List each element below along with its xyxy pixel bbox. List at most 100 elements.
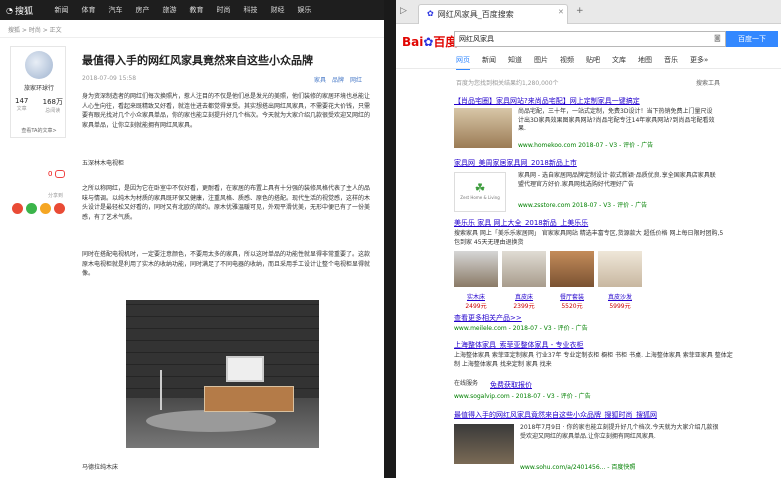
- result-url[interactable]: www.sogalvip.com - 2018-07 - V3 - 评价 - 广…: [454, 391, 591, 400]
- result-thumbnail[interactable]: [454, 424, 514, 464]
- product-image[interactable]: [550, 251, 594, 287]
- nav-item[interactable]: 教育: [183, 5, 210, 15]
- nav-item[interactable]: 财经: [264, 5, 291, 15]
- article-count-value: 147: [15, 97, 29, 105]
- share-label: 分享到: [48, 193, 64, 199]
- share-buttons: [12, 203, 65, 214]
- product-price: 5520元: [561, 303, 583, 310]
- sohu-logo[interactable]: ◔ 搜狐: [6, 4, 48, 17]
- result-snippet: 尚品宅配，三十年，一站式定制，免费3D设计！当下热销免费上门量尺设计出3D家具效…: [518, 108, 715, 132]
- product-price: 2499元: [465, 303, 487, 310]
- sohu-fox-icon: ◔: [6, 5, 13, 15]
- author-card: 旅家环球行 147 文章 168万总阅读 查看TA的文章>: [10, 46, 66, 138]
- product-name[interactable]: 真皮床: [502, 292, 546, 301]
- result-title[interactable]: 【肖品宅圈】家具网站?来尚品宅配】网上定制家具一键搞定: [454, 96, 774, 106]
- result-url[interactable]: www.meilele.com - 2018-07 - V3 - 评价 - 广告: [454, 323, 588, 332]
- article-tags: 家具 品牌 网红: [314, 75, 362, 84]
- article-date: 2018-07-09 15:58: [82, 75, 137, 82]
- tab-nav-icon[interactable]: ▷: [400, 6, 407, 16]
- result-title[interactable]: 最值得入手的网红风家具竟然来自这些小众品牌_搜狐时尚_搜狐网: [454, 410, 774, 420]
- product-name[interactable]: 餐厅套装: [550, 292, 594, 301]
- browser-tab-bar: ▷ ✿ 网红风家具_百度搜索 ✕ +: [396, 0, 781, 24]
- result-snippet: 上海整体家具 索菲亚定制家具 行业37年 专业定制衣柜 橱柜 书柜 书桌. 上海…: [454, 352, 733, 368]
- photo-caption: 马德拉纯木床: [82, 464, 119, 471]
- product-name[interactable]: 真皮沙发: [598, 292, 642, 301]
- nav-item[interactable]: 汽车: [102, 5, 129, 15]
- search-button[interactable]: 百度一下: [726, 31, 778, 47]
- nav-item[interactable]: 体育: [75, 5, 102, 15]
- tag-link[interactable]: 家具: [314, 75, 326, 84]
- product-image[interactable]: [502, 251, 546, 287]
- more-products-link[interactable]: 查看更多相关产品>>: [454, 313, 522, 323]
- result-url[interactable]: www.homekoo.com 2018-07 - V3 - 评价 - 广告: [518, 140, 653, 149]
- baidu-pane: ▷ ✿网红风家具_百度搜索 ✕ + Bai✿百度 ◙ 百度一下 网页 新闻 知道…: [396, 0, 781, 478]
- nav-item[interactable]: 时尚: [210, 5, 237, 15]
- avatar[interactable]: [25, 51, 53, 79]
- author-name[interactable]: 旅家环球行: [11, 83, 67, 92]
- logo-paw-icon: ✿: [423, 35, 434, 49]
- zsstore-logo[interactable]: ☘ Zest Home & Living: [454, 172, 506, 212]
- result-count: 百度为您找到相关结果约1,280,000个: [456, 80, 559, 87]
- comment-count[interactable]: 0: [48, 170, 66, 178]
- tag-link[interactable]: 网红: [350, 75, 362, 84]
- search-tools-button[interactable]: 搜索工具: [696, 78, 720, 87]
- search-input[interactable]: [454, 31, 726, 47]
- qzone-share-icon[interactable]: [40, 203, 51, 214]
- read-count: 168万总阅读: [43, 97, 63, 114]
- result-snippet: 搜索家具 网上「美乐乐家居网」 官家家具网站 精选丰富专区,货源款大 超低价格 …: [454, 230, 724, 246]
- author-stats: 147 文章 168万总阅读: [15, 97, 63, 114]
- comment-icon: [55, 170, 66, 178]
- all-articles-link[interactable]: 查看TA的文章>: [11, 127, 67, 134]
- baidu-paw-icon: ✿: [427, 9, 434, 18]
- close-icon[interactable]: ✕: [558, 8, 564, 16]
- nav-item[interactable]: 娱乐: [291, 5, 318, 15]
- baidu-logo[interactable]: Bai✿百度: [402, 33, 457, 50]
- product-image[interactable]: [598, 251, 642, 287]
- product-price: 2399元: [513, 303, 535, 310]
- result-title[interactable]: 美乐乐 家具 网上大全_2018新品_上美乐乐: [454, 218, 754, 228]
- online-service-link[interactable]: 免费获取报价: [490, 380, 532, 390]
- nav-item[interactable]: 新闻: [48, 5, 75, 15]
- nav-item[interactable]: 科技: [237, 5, 264, 15]
- article-paragraph: 同时在搭配电视机时，一定要注意颜色，不要用太多的家具，所以这时单品的功能性就显得…: [82, 251, 371, 277]
- article-paragraph: 身为资深制造者的网红们每次换照片，惹人注目的不仅是他们总是发光的美照，他们装修的…: [82, 93, 371, 129]
- result-snippet: 2018年7月9日 · 你的家也能立刻提升好几个档次.今天就为大家介绍几款很受欢…: [520, 424, 719, 440]
- product-name[interactable]: 实木床: [454, 292, 498, 301]
- product-image[interactable]: [454, 251, 498, 287]
- wechat-share-icon[interactable]: [26, 203, 37, 214]
- article-title: 最值得入手的网红风家具竟然来自这些小众品牌: [82, 54, 313, 67]
- logo-bai: Bai: [402, 35, 424, 49]
- online-service-label: 在线服务: [454, 380, 479, 387]
- article-count-label: 文章: [16, 106, 27, 112]
- result-snippet: 家具网 - 选自家居网品牌定制设计·款式新颖·品质优良.享全国家具店家具联盟代理…: [518, 172, 716, 188]
- result-url[interactable]: www.sohu.com/a/2401456... - 百度快照: [520, 462, 635, 471]
- divider: [396, 68, 781, 69]
- result-title[interactable]: 家具网_美周家居家具网_2018新品上市: [454, 158, 754, 168]
- nav-item[interactable]: 旅游: [156, 5, 183, 15]
- weibo-share-icon[interactable]: [12, 203, 23, 214]
- article-photo: [126, 300, 319, 448]
- more-share-icon[interactable]: [54, 203, 65, 214]
- camera-icon[interactable]: ◙: [714, 34, 721, 42]
- breadcrumb[interactable]: 搜狐 > 时尚 > 正文: [8, 25, 62, 34]
- result-url[interactable]: www.zsstore.com 2018-07 - V3 - 评价 - 广告: [518, 200, 647, 209]
- tag-link[interactable]: 品牌: [332, 75, 344, 84]
- article-meta: 2018-07-09 15:58 家具 品牌 网红: [82, 75, 362, 84]
- section-heading: 五深林木电视柜: [82, 160, 125, 167]
- product-price: 5999元: [609, 303, 631, 310]
- divider: [0, 37, 384, 38]
- result-thumbnail[interactable]: [454, 108, 512, 148]
- new-tab-icon[interactable]: +: [576, 6, 584, 16]
- nav-item[interactable]: 房产: [129, 5, 156, 15]
- article-paragraph: 之所以称网红，是因为它在卧室中不仅好看，更耐看，在家居的布置上具有十分强的装修风…: [82, 185, 371, 221]
- read-count-label: 总阅读: [45, 108, 61, 114]
- comment-count-value: 0: [48, 170, 53, 178]
- tab-title: 网红风家具_百度搜索: [437, 10, 514, 19]
- article-count: 147 文章: [15, 97, 28, 114]
- sohu-top-nav: ◔ 搜狐 新闻 体育 汽车 房产 旅游 教育 时尚 科技 财经 娱乐: [0, 0, 384, 20]
- sohu-article-pane: ◔ 搜狐 新闻 体育 汽车 房产 旅游 教育 时尚 科技 财经 娱乐 搜狐 > 时…: [0, 0, 384, 478]
- window-divider: [384, 0, 396, 478]
- result-title[interactable]: 上海整体家具_索菲亚整体家具 - 专业衣柜: [454, 340, 754, 350]
- read-count-value: 168万: [42, 98, 63, 106]
- browser-tab[interactable]: ✿ 网红风家具_百度搜索: [418, 4, 568, 24]
